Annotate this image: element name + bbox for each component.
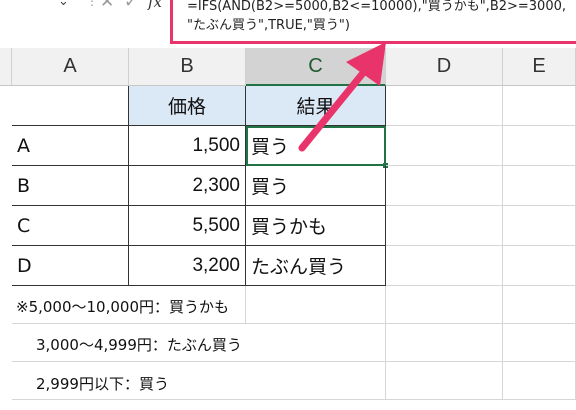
annotation-arrow-icon bbox=[298, 42, 386, 152]
